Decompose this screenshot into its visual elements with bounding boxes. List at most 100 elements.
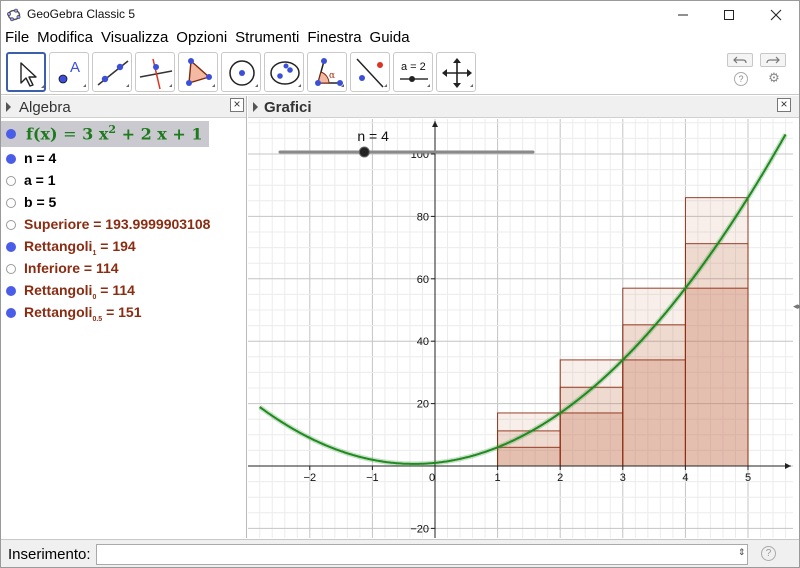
polygon-tool-button[interactable] — [178, 52, 218, 92]
ellipse-tool-button[interactable] — [264, 52, 304, 92]
maximize-icon — [724, 10, 734, 20]
x-tick-label: −1 — [366, 472, 379, 484]
slider-icon: a = 2 — [400, 61, 430, 87]
algebra-view: Algebra × f(x) = 3 x2 + 2 x + 1 n = 4 a … — [1, 96, 247, 538]
algebra-item[interactable]: n = 4 — [1, 148, 247, 170]
close-graphics-view-button[interactable]: × — [777, 98, 791, 112]
move-tool-button[interactable] — [6, 52, 46, 92]
input-symbols-dropdown-icon[interactable]: ⇕ — [738, 547, 746, 558]
perpendicular-line-icon — [139, 58, 173, 90]
y-tick-label: −20 — [410, 523, 429, 535]
algebra-item-text: Superiore = 193.9999903108 — [24, 216, 211, 232]
angle-tool-button[interactable]: α — [307, 52, 347, 92]
point-tool-button[interactable]: A — [49, 52, 89, 92]
visibility-toggle-icon[interactable] — [6, 176, 16, 186]
algebra-item[interactable]: a = 1 — [1, 170, 247, 192]
algebra-item[interactable]: Inferiore = 114 — [1, 258, 247, 280]
minimize-button[interactable] — [660, 1, 706, 29]
redo-icon — [766, 56, 780, 64]
algebra-item-text: a = 1 — [24, 172, 56, 188]
x-tick-label: 5 — [745, 472, 751, 484]
collapse-arrow-icon[interactable] — [253, 102, 258, 112]
y-tick-label: 20 — [417, 399, 429, 411]
toolbar-help-icon[interactable]: ? — [734, 72, 748, 86]
ellipse-icon — [270, 61, 301, 87]
algebra-item[interactable]: Rettangoli0.5 = 151 — [1, 302, 247, 324]
algebra-item[interactable]: Rettangoli0 = 114 — [1, 280, 247, 302]
visibility-toggle-icon[interactable] — [6, 154, 16, 164]
algebra-item-text: Rettangoli0.5 = 151 — [24, 304, 142, 323]
move-arrows-icon — [442, 58, 473, 88]
graphics-view-header: Grafici × — [248, 96, 799, 118]
visibility-toggle-icon[interactable] — [6, 242, 16, 252]
y-tick-label: 80 — [417, 211, 429, 223]
menu-strumenti[interactable]: Strumenti — [231, 29, 303, 47]
lower-rectangle — [684, 287, 749, 467]
side-panel-handle-icon[interactable]: ◂▸ — [793, 301, 800, 312]
visibility-toggle-icon[interactable] — [6, 129, 16, 139]
menu-visualizza[interactable]: Visualizza — [97, 29, 172, 47]
slider-tool-button[interactable]: a = 2 — [393, 52, 433, 92]
algebra-item[interactable]: Rettangoli1 = 194 — [1, 236, 247, 258]
close-window-button[interactable] — [753, 1, 799, 29]
lower-rectangle — [622, 359, 686, 467]
lower-rectangle — [559, 412, 624, 467]
menu-guida[interactable]: Guida — [366, 29, 414, 47]
slider-label: n = 4 — [357, 128, 389, 144]
lower-rectangle — [497, 446, 561, 467]
close-algebra-view-button[interactable]: × — [230, 98, 244, 112]
algebra-item-text: n = 4 — [24, 150, 57, 166]
input-help-icon[interactable]: ? — [761, 546, 776, 561]
circle-icon — [229, 60, 258, 87]
menu-modifica[interactable]: Modifica — [33, 29, 97, 47]
algebra-function-row[interactable]: f(x) = 3 x2 + 2 x + 1 — [1, 121, 209, 147]
algebra-view-title: Algebra — [19, 99, 71, 116]
geogebra-logo-icon — [7, 8, 21, 22]
point-icon: A — [58, 59, 86, 87]
menu-finestra[interactable]: Finestra — [303, 29, 365, 47]
x-tick-label: 0 — [429, 472, 435, 484]
maximize-button[interactable] — [706, 1, 752, 29]
arrow-cursor-icon — [20, 62, 44, 88]
algebra-view-header: Algebra × — [1, 96, 246, 118]
algebra-item-text: Inferiore = 114 — [24, 260, 119, 276]
reflect-line-icon — [356, 58, 387, 88]
input-field[interactable] — [96, 544, 748, 565]
visibility-toggle-icon[interactable] — [6, 308, 16, 318]
x-tick-label: −2 — [304, 472, 317, 484]
graphics-view-title: Grafici — [264, 99, 312, 116]
menu-file[interactable]: File — [1, 29, 33, 47]
line-tool-button[interactable] — [92, 52, 132, 92]
app-window: GeoGebra Classic 5 File Modifica Visuali… — [0, 0, 800, 568]
settings-gear-icon[interactable]: ⚙ — [767, 71, 781, 85]
angle-icon: α — [315, 58, 344, 87]
algebra-item[interactable]: b = 5 — [1, 192, 247, 214]
menu-opzioni[interactable]: Opzioni — [172, 29, 231, 47]
line-icon — [97, 60, 129, 87]
input-bar: Inserimento: ⇕ ? — [1, 539, 799, 567]
visibility-toggle-icon[interactable] — [6, 286, 16, 296]
input-label: Inserimento: — [8, 546, 91, 563]
redo-button[interactable] — [760, 53, 786, 67]
function-definition: f(x) = 3 x2 + 2 x + 1 — [26, 123, 203, 144]
reflect-tool-button[interactable] — [350, 52, 390, 92]
collapse-arrow-icon[interactable] — [6, 102, 11, 112]
y-tick-label: 40 — [417, 336, 429, 348]
algebra-item[interactable]: Superiore = 193.9999903108 — [1, 214, 247, 236]
visibility-toggle-icon[interactable] — [6, 220, 16, 230]
polygon-icon — [186, 58, 215, 87]
toolbar: A α a = 2 ? ⚙ — [1, 49, 799, 95]
circle-tool-button[interactable] — [221, 52, 261, 92]
graphics-canvas[interactable]: −2 −1 0 1 2 3 4 510080604020−20n = 4 — [248, 119, 793, 538]
x-tick-label: 4 — [682, 472, 688, 484]
move-graphics-view-tool-button[interactable] — [436, 52, 476, 92]
undo-button[interactable] — [727, 53, 753, 67]
menu-bar: File Modifica Visualizza Opzioni Strumen… — [1, 29, 799, 47]
perpendicular-line-tool-button[interactable] — [135, 52, 175, 92]
algebra-item-text: Rettangoli1 = 194 — [24, 238, 136, 257]
visibility-toggle-icon[interactable] — [6, 264, 16, 274]
close-icon — [770, 9, 782, 21]
x-tick-label: 2 — [557, 472, 563, 484]
visibility-toggle-icon[interactable] — [6, 198, 16, 208]
svg-text:α: α — [329, 71, 335, 81]
